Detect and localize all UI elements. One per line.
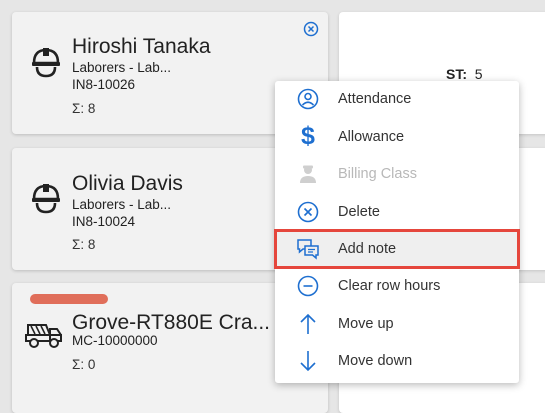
close-circle-icon bbox=[296, 200, 320, 224]
resource-role: Laborers - Lab... bbox=[72, 60, 172, 75]
resource-sum: Σ: 0 bbox=[72, 357, 96, 372]
menu-item-label: Delete bbox=[338, 203, 380, 220]
menu-item-label: Move down bbox=[338, 352, 413, 369]
status-indicator bbox=[30, 294, 108, 304]
menu-item-add-note[interactable]: Add note bbox=[275, 230, 519, 267]
menu-item-move-up[interactable]: Move up bbox=[275, 305, 519, 342]
menu-item-attendance[interactable]: Attendance bbox=[275, 80, 519, 117]
resource-name: Hiroshi Tanaka bbox=[72, 35, 211, 58]
menu-item-label: Attendance bbox=[338, 90, 412, 107]
menu-item-label: Billing Class bbox=[338, 165, 417, 182]
worker-badge-icon bbox=[296, 162, 320, 186]
resource-sum: Σ: 8 bbox=[72, 237, 96, 252]
resource-id: MC-10000000 bbox=[72, 333, 158, 348]
worker-helmet-icon bbox=[32, 184, 60, 214]
worker-helmet-icon bbox=[32, 48, 60, 78]
chat-note-icon bbox=[296, 237, 320, 261]
menu-item-allowance[interactable]: $ Allowance bbox=[275, 118, 519, 155]
person-circle-icon bbox=[296, 87, 320, 111]
menu-item-billing-class: Billing Class bbox=[275, 155, 519, 192]
arrow-up-icon bbox=[296, 312, 320, 336]
resource-name: Olivia Davis bbox=[72, 172, 183, 195]
menu-item-label: Add note bbox=[338, 240, 397, 257]
resource-id: IN8-10024 bbox=[72, 214, 136, 229]
resource-role: Laborers - Lab... bbox=[72, 197, 172, 212]
dump-truck-icon bbox=[25, 324, 62, 348]
menu-item-label: Move up bbox=[338, 315, 394, 332]
menu-item-label: Clear row hours bbox=[338, 277, 441, 294]
dollar-icon: $ bbox=[301, 122, 315, 150]
menu-item-delete[interactable]: Delete bbox=[275, 193, 519, 230]
arrow-down-icon bbox=[296, 349, 320, 373]
menu-item-clear-row-hours[interactable]: Clear row hours bbox=[275, 267, 519, 304]
resource-sum: Σ: 8 bbox=[72, 101, 96, 116]
menu-item-label: Allowance bbox=[338, 128, 405, 145]
minus-circle-icon bbox=[296, 274, 320, 298]
resource-name: Grove-RT880E Cra... bbox=[72, 311, 271, 334]
close-circle-icon[interactable] bbox=[303, 21, 319, 37]
menu-item-move-down[interactable]: Move down bbox=[275, 342, 519, 379]
resource-id: IN8-10026 bbox=[72, 77, 136, 92]
